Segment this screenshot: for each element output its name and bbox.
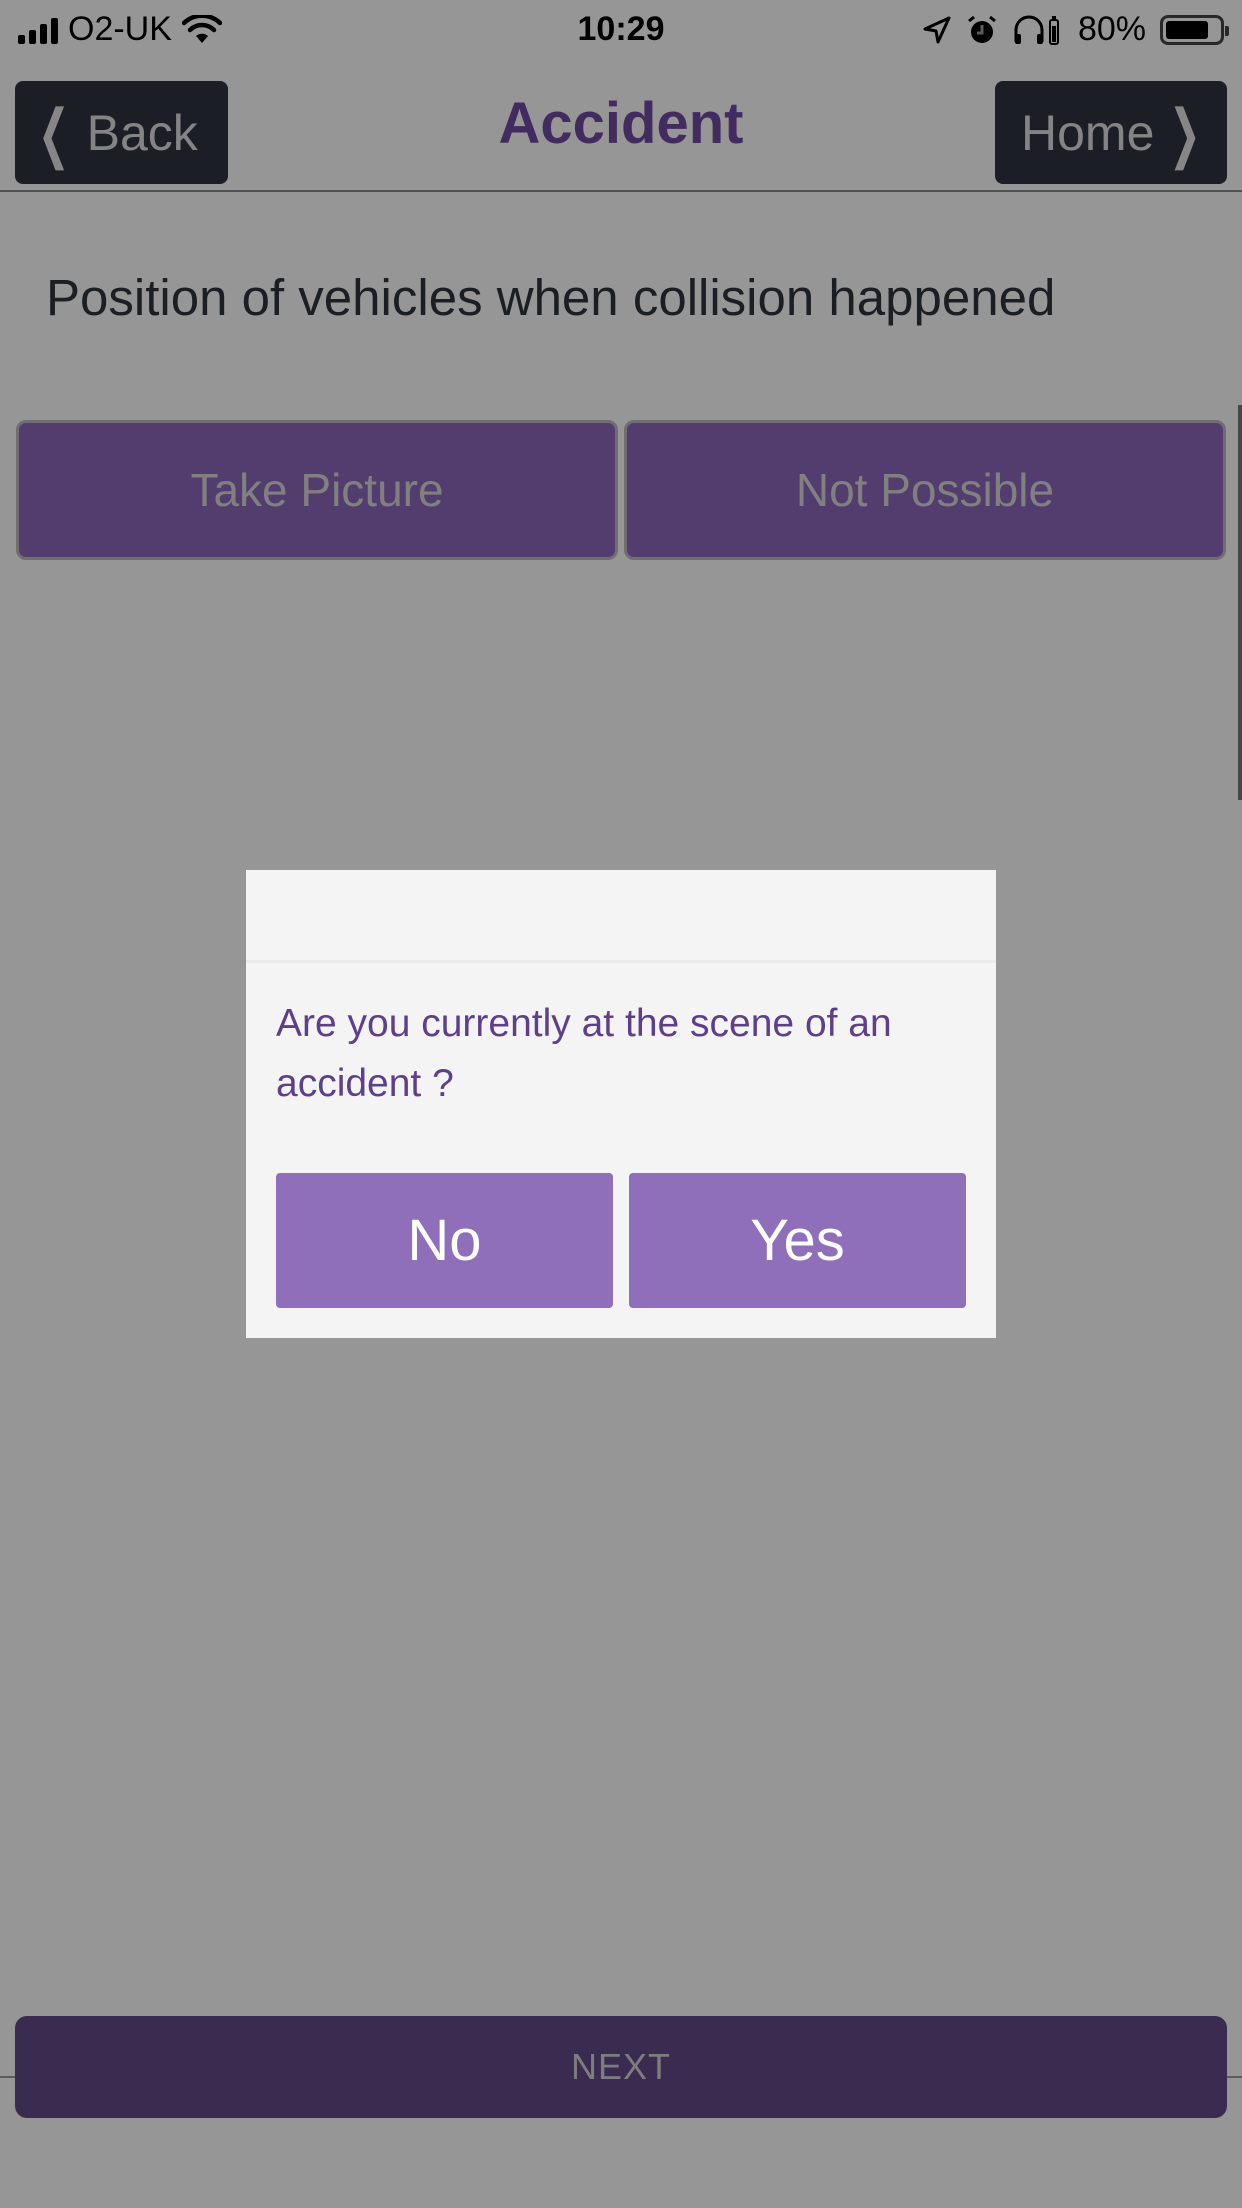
- confirmation-dialog: Are you currently at the scene of an acc…: [246, 870, 996, 1338]
- yes-button[interactable]: Yes: [629, 1173, 966, 1308]
- dialog-message: Are you currently at the scene of an acc…: [276, 1002, 892, 1105]
- dialog-header: [246, 870, 996, 963]
- dialog-actions: No Yes: [276, 1173, 966, 1308]
- no-button[interactable]: No: [276, 1173, 613, 1308]
